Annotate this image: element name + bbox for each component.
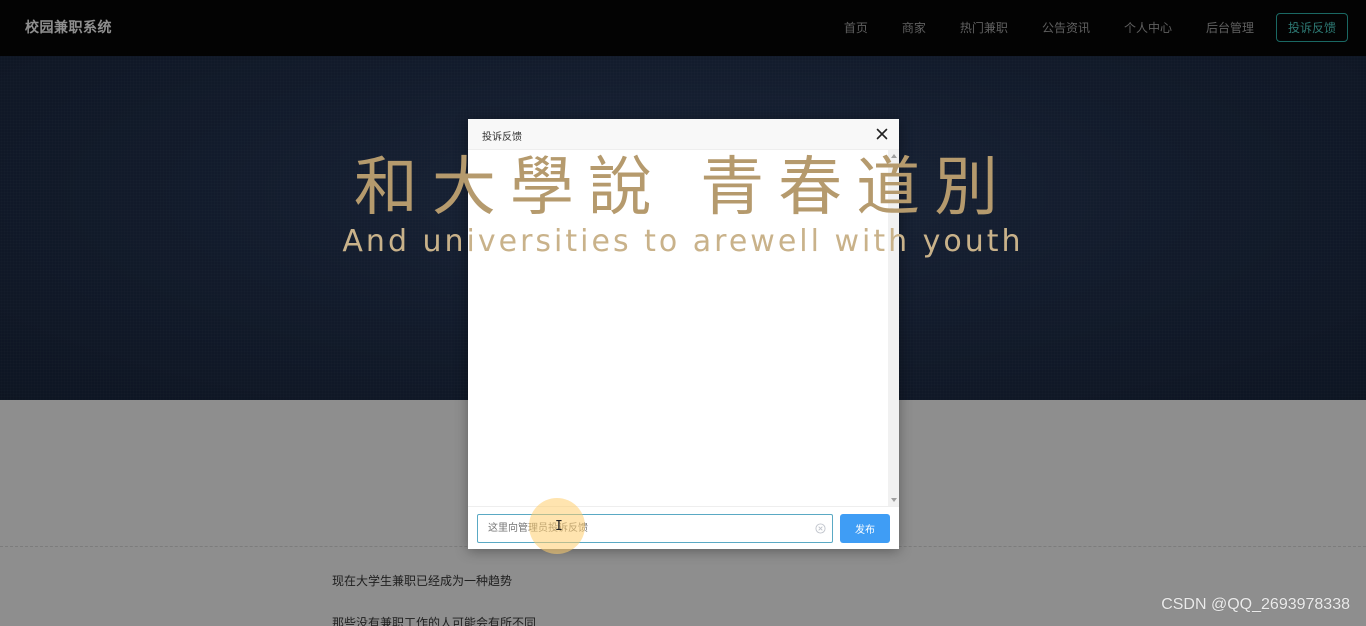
hero-title-chinese: 和大學說 青春道別 <box>353 151 1013 225</box>
publish-button[interactable]: 发布 <box>840 514 890 543</box>
hero-subtitle-english: And universities to arewell with youth <box>342 224 1024 259</box>
watermark: CSDN @QQ_2693978338 <box>1161 596 1350 613</box>
scroll-down-arrow-icon[interactable] <box>891 498 897 502</box>
clear-icon[interactable] <box>815 523 826 534</box>
text-cursor-icon: I <box>555 519 563 534</box>
feedback-input[interactable] <box>478 515 808 542</box>
